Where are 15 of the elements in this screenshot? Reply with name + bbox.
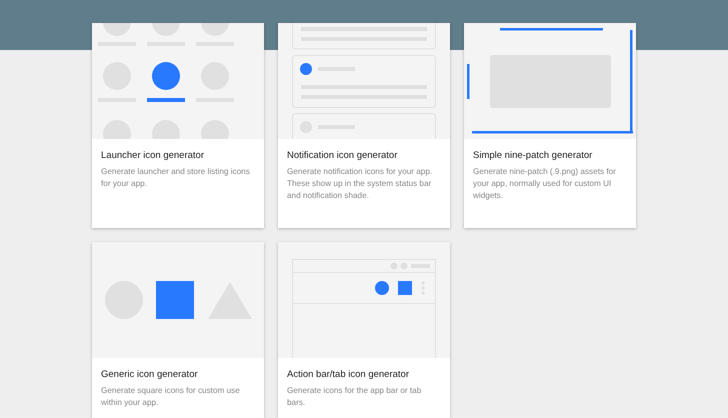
card-description: Generate launcher and store listing icons for your app. xyxy=(101,166,251,190)
generator-card[interactable]: Notification icon generator Generate notification icons for your app. These show up in the system status bar and notification shade. xyxy=(278,23,450,228)
card-description: Generate notification icons for your app. These show up in the system status bar and notification shade. xyxy=(287,166,434,202)
card-title: Simple nine-patch generator xyxy=(473,150,594,161)
generator-card[interactable]: Generic icon generator Generate square icons for custom use within your app. xyxy=(92,242,264,418)
card-description: Generate square icons for custom use within your app. xyxy=(101,385,241,409)
generator-card[interactable]: Simple nine-patch generator Generate nine-patch (.9.png) assets for your app, normally used for custom UI widgets. xyxy=(464,23,636,228)
card-description: Generate nine-patch (.9.png) assets for your app, normally used for custom UI widgets. xyxy=(473,166,617,202)
generator-card[interactable]: Action bar/tab icon generator Generate icons for the app bar or tab bars. xyxy=(278,242,450,418)
card-title: Action bar/tab icon generator xyxy=(287,369,410,380)
card-title: Notification icon generator xyxy=(287,150,398,161)
card-title: Launcher icon generator xyxy=(101,150,205,161)
card-description: Generate icons for the app bar or tab bars. xyxy=(287,385,422,409)
generator-card[interactable]: Launcher icon generator Generate launcher and store listing icons for your app. xyxy=(92,23,264,228)
card-title: Generic icon generator xyxy=(101,369,199,380)
